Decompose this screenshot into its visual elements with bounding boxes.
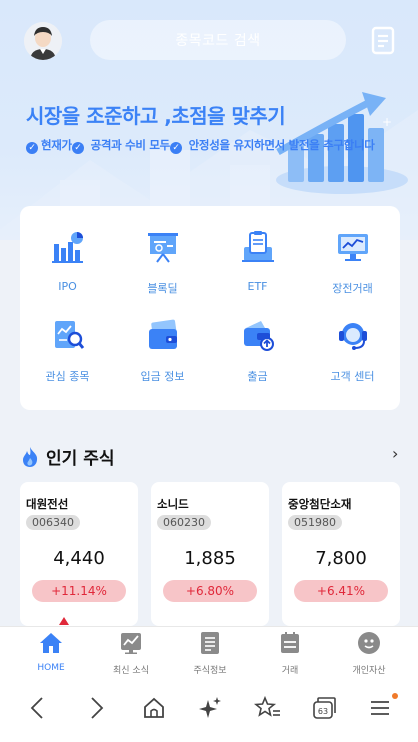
notification-dot: [392, 693, 398, 699]
tab-label: 개인자산: [352, 666, 386, 676]
menu-item-block-deal[interactable]: 블록딜: [115, 230, 210, 296]
stock-name: 중앙첨단소재: [288, 497, 352, 511]
up-arrow-icon: [59, 617, 69, 625]
back-icon[interactable]: [24, 694, 52, 722]
home-icon[interactable]: [140, 694, 168, 722]
tab-trade[interactable]: 거래: [248, 631, 332, 676]
check-icon: ✓: [71, 142, 84, 154]
stock-change-badge: +6.41%: [294, 580, 388, 602]
magnifier-report-icon: [54, 321, 84, 349]
popular-stocks-header: 인기 주식: [20, 444, 114, 469]
tab-personal-assets[interactable]: 개인자산: [327, 631, 411, 676]
menu-item-withdrawal[interactable]: 출금: [210, 318, 305, 384]
stock-name: 대원전선: [26, 497, 69, 511]
menu-label: 블록딜: [147, 282, 178, 295]
document-icon: [201, 632, 219, 654]
popular-stocks-title: 인기 주식: [46, 449, 115, 469]
tab-label: HOME: [37, 663, 65, 673]
document-icon[interactable]: [371, 26, 397, 56]
menu-item-deposit-info[interactable]: 입금 정보: [115, 318, 210, 384]
wallet-upload-icon: [243, 321, 274, 351]
sparkle-icon[interactable]: [196, 694, 224, 722]
menu-label: 출금: [247, 370, 268, 383]
clipboard-computer-icon: [241, 231, 274, 262]
menu-item-etf[interactable]: ETF: [210, 230, 305, 293]
news-chart-icon: [121, 633, 141, 654]
banner-headline: 시장을 조준하고 ,초점을 맞추기: [26, 104, 286, 128]
menu-item-ipo[interactable]: IPO: [20, 230, 115, 293]
stock-card[interactable]: 중앙첨단소재 051980 7,800 +6.41%: [282, 482, 400, 626]
menu-item-customer-center[interactable]: 고객 센터: [305, 318, 400, 384]
menu-item-pre-market[interactable]: 장전거래: [305, 230, 400, 296]
menu-icon[interactable]: [367, 694, 395, 722]
svg-text:63: 63: [318, 707, 328, 716]
tagline-part-1: 현재가: [41, 138, 72, 152]
top-bar: 종목코드 검색: [0, 18, 418, 64]
menu-label: IPO: [58, 280, 77, 293]
stock-name: 소니드: [157, 497, 189, 511]
bar-chart-icon: [51, 232, 83, 263]
check-icon: ✓: [26, 142, 38, 154]
tagline-part-3: 안정성을 유지하면서 발전을 추구합니다: [188, 138, 375, 152]
menu-label: 고객 센터: [330, 370, 375, 383]
bookmark-star-icon[interactable]: [254, 694, 282, 722]
tab-home[interactable]: HOME: [9, 631, 93, 673]
stock-price: 1,885: [184, 548, 236, 569]
stock-card[interactable]: 소니드 060230 1,885 +6.80%: [151, 482, 269, 626]
tab-news[interactable]: 최신 소식: [89, 631, 173, 676]
stock-code: 006340: [26, 515, 80, 530]
menu-label: 관심 종목: [45, 370, 90, 383]
search-input[interactable]: 종목코드 검색: [90, 20, 346, 60]
svg-text:+: +: [382, 115, 392, 129]
stock-code: 060230: [157, 515, 211, 530]
menu-label: 장전거래: [332, 282, 373, 295]
tab-label: 최신 소식: [113, 666, 149, 676]
tabs-count-icon[interactable]: 63: [310, 694, 338, 722]
browser-toolbar: 63: [0, 676, 418, 742]
avatar[interactable]: [24, 22, 62, 60]
home-icon: [40, 633, 62, 653]
tab-label: 거래: [281, 666, 299, 676]
check-icon: ✓: [169, 142, 182, 154]
search-placeholder: 종목코드 검색: [175, 33, 261, 49]
stock-code: 051980: [288, 515, 342, 530]
card-wallet-icon: [148, 319, 177, 349]
menu-item-watchlist[interactable]: 관심 종목: [20, 318, 115, 384]
stock-card[interactable]: 대원전선 006340 4,440 +11.14%: [20, 482, 138, 626]
quick-menu-card: IPO 블록딜 ETF 장전거래 관심 종목 입금 정보 출금 고객 센터: [20, 206, 400, 410]
menu-label: 입금 정보: [140, 370, 185, 383]
stock-price: 7,800: [315, 548, 367, 569]
menu-label: ETF: [247, 280, 268, 293]
forward-icon[interactable]: [82, 694, 110, 722]
tagline-part-2: 공격과 수비 모두: [90, 138, 171, 152]
chevron-right-icon[interactable]: ›: [392, 444, 398, 463]
bottom-tab-bar: HOME 최신 소식 주식정보 거래 개인자산: [0, 626, 418, 676]
stock-change-badge: +11.14%: [32, 580, 126, 602]
monitor-chart-icon: [337, 234, 368, 261]
trade-list-icon: [281, 632, 299, 653]
presentation-board-icon: [147, 233, 178, 263]
stock-price: 4,440: [53, 548, 105, 569]
banner-tagline: ✓ 현재가 ✓ 공격과 수비 모두 ✓ 안정성을 유지하면서 발전을 추구합니다: [26, 137, 375, 154]
headset-icon: [338, 323, 367, 350]
avatar-icon: [24, 22, 62, 60]
fire-icon: [23, 446, 38, 467]
profile-icon: [358, 632, 380, 654]
stock-change-badge: +6.80%: [163, 580, 257, 602]
tab-label: 주식정보: [193, 666, 227, 676]
tab-stock-info[interactable]: 주식정보: [168, 631, 252, 676]
